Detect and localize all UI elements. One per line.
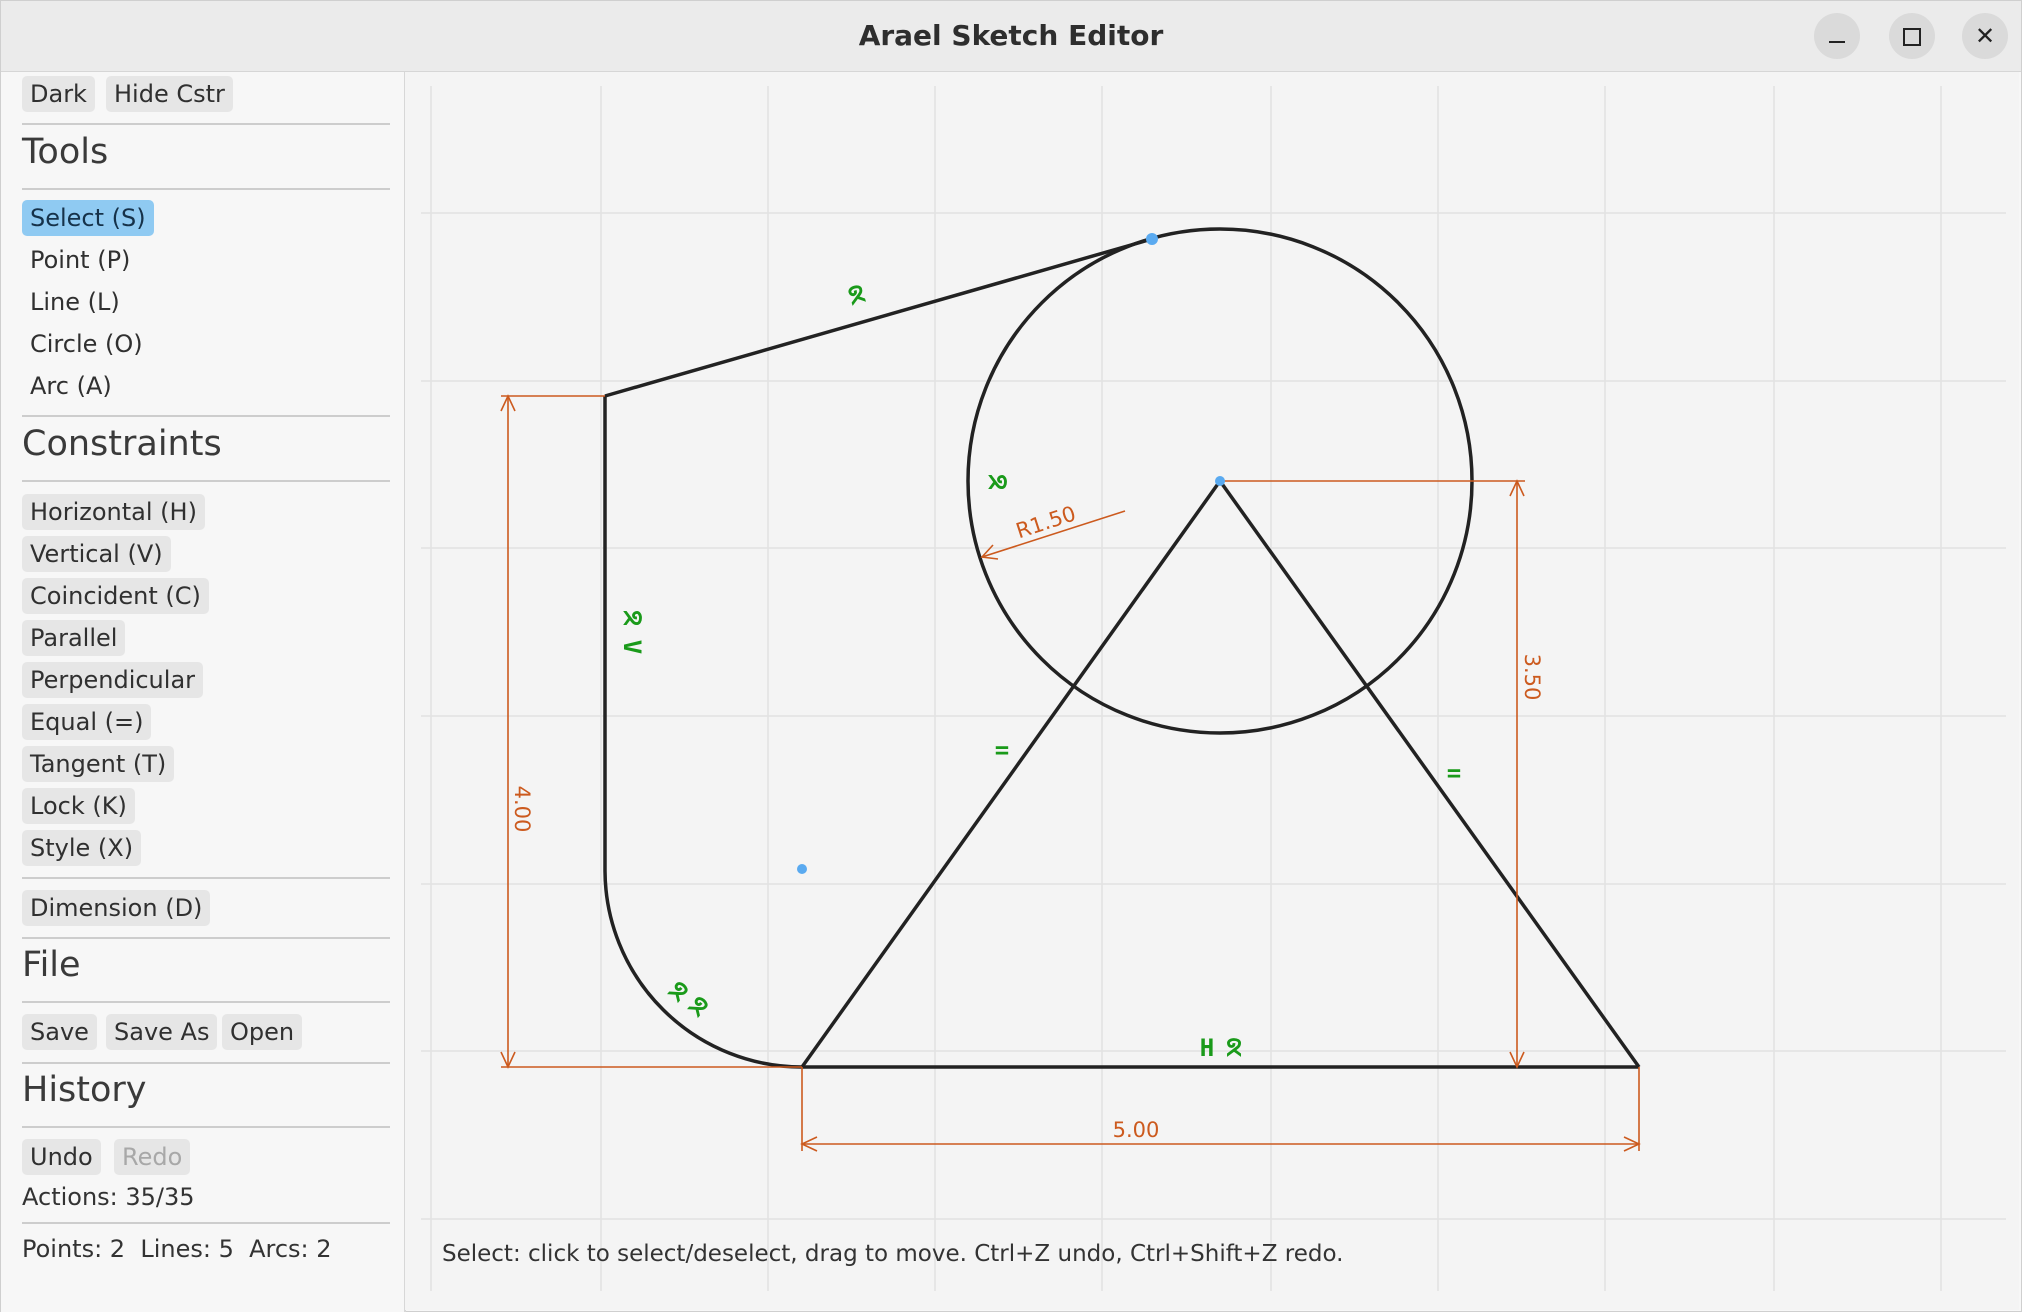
save-button[interactable]: Save: [22, 1014, 97, 1050]
triangle-left-side[interactable]: [800, 479, 1222, 1069]
equal-constraint-icon[interactable]: =: [1447, 759, 1461, 787]
constraint-glyphs: ᘝ ᘝ ᘝ V ᘝ ᘝ = = H ᘝ: [618, 280, 1461, 1062]
constraints-heading: Constraints: [22, 424, 222, 464]
dimension-button[interactable]: Dimension (D): [22, 890, 211, 926]
constraint-parallel[interactable]: Parallel: [22, 620, 126, 656]
status-message: Select: click to select/deselect, drag t…: [442, 1241, 1344, 1267]
left-height-dimension[interactable]: 4.00: [510, 786, 534, 833]
close-button[interactable]: ✕: [1962, 13, 2008, 59]
right-height-dimension[interactable]: 3.50: [1520, 654, 1544, 701]
constraint-horizontal[interactable]: Horizontal (H): [22, 494, 205, 530]
horizontal-constraint-icon[interactable]: H: [1200, 1034, 1214, 1062]
app-window: Arael Sketch Editor ✕ Dark Hide Cstr Too…: [0, 0, 2022, 1312]
divider: [22, 188, 390, 190]
tangent-constraint-icon[interactable]: ᘝ: [663, 976, 693, 1007]
hide-constraints-button[interactable]: Hide Cstr: [106, 76, 233, 112]
sidebar: Dark Hide Cstr Tools Select (S) Point (P…: [1, 72, 406, 1312]
sketch-canvas[interactable]: R1.50 4.00 3.50 5.00 ᘝ ᘝ ᘝ V ᘝ ᘝ = = H ᘝ: [405, 72, 2019, 1310]
sketch-points[interactable]: [797, 233, 1225, 874]
tool-select[interactable]: Select (S): [22, 200, 154, 236]
left-edge-and-fillet-arc[interactable]: [603, 396, 803, 1069]
minimize-icon: [1829, 41, 1845, 43]
close-icon: ✕: [1974, 22, 1996, 50]
tangent-constraint-icon[interactable]: ᘝ: [683, 991, 713, 1022]
divider: [22, 480, 390, 482]
entity-stats: Points: 2 Lines: 5 Arcs: 2: [22, 1235, 332, 1263]
save-as-button[interactable]: Save As: [106, 1014, 218, 1050]
open-button[interactable]: Open: [222, 1014, 303, 1050]
tool-point[interactable]: Point (P): [22, 242, 138, 278]
divider: [22, 1222, 390, 1224]
maximize-icon: [1903, 28, 1921, 46]
history-heading: History: [22, 1070, 147, 1110]
divider: [22, 415, 390, 417]
tool-arc[interactable]: Arc (A): [22, 368, 120, 404]
tangent-line[interactable]: [604, 237, 1153, 398]
constraint-perpendicular[interactable]: Perpendicular: [22, 662, 204, 698]
circle-center-point[interactable]: [1215, 476, 1225, 486]
constraint-style[interactable]: Style (X): [22, 830, 142, 866]
constraint-lock[interactable]: Lock (K): [22, 788, 135, 824]
minimize-button[interactable]: [1814, 13, 1860, 59]
divider: [22, 937, 390, 939]
divider: [22, 1126, 390, 1128]
tool-line[interactable]: Line (L): [22, 284, 128, 320]
triangle-right-side[interactable]: [1218, 479, 1641, 1069]
grid: [421, 86, 2006, 1291]
tangent-constraint-icon[interactable]: ᘝ: [845, 280, 868, 311]
constraint-coincident[interactable]: Coincident (C): [22, 578, 209, 614]
redo-button[interactable]: Redo: [114, 1139, 191, 1175]
dark-mode-button[interactable]: Dark: [22, 76, 95, 112]
base-width-dimension[interactable]: 5.00: [1113, 1118, 1160, 1142]
equal-constraint-icon[interactable]: =: [995, 736, 1009, 764]
divider: [22, 123, 390, 125]
tangent-constraint-icon[interactable]: ᘝ: [618, 610, 646, 626]
vertical-constraint-icon[interactable]: V: [618, 640, 646, 654]
history-actions-count: Actions: 35/35: [22, 1183, 195, 1211]
constraint-vertical[interactable]: Vertical (V): [22, 536, 171, 572]
file-heading: File: [22, 945, 81, 985]
sketch-svg[interactable]: R1.50 4.00 3.50 5.00 ᘝ ᘝ ᘝ V ᘝ ᘝ = = H ᘝ: [405, 72, 2019, 1310]
undo-button[interactable]: Undo: [22, 1139, 101, 1175]
tangent-constraint-icon[interactable]: ᘝ: [983, 474, 1011, 490]
sketch-point[interactable]: [797, 864, 807, 874]
geometry[interactable]: [603, 227, 1641, 1069]
sketch-point[interactable]: [1146, 233, 1158, 245]
constraint-equal[interactable]: Equal (=): [22, 704, 152, 740]
divider: [22, 1062, 390, 1064]
dimension-labels: R1.50 4.00 3.50 5.00: [510, 501, 1544, 1142]
divider: [22, 877, 390, 879]
title-bar: Arael Sketch Editor ✕: [1, 1, 2021, 72]
tangent-constraint-icon[interactable]: ᘝ: [1226, 1034, 1242, 1062]
maximize-button[interactable]: [1889, 13, 1935, 59]
constraint-tangent[interactable]: Tangent (T): [22, 746, 175, 782]
tool-circle[interactable]: Circle (O): [22, 326, 151, 362]
tools-heading: Tools: [22, 132, 109, 172]
window-title: Arael Sketch Editor: [858, 19, 1164, 52]
divider: [22, 1001, 390, 1003]
